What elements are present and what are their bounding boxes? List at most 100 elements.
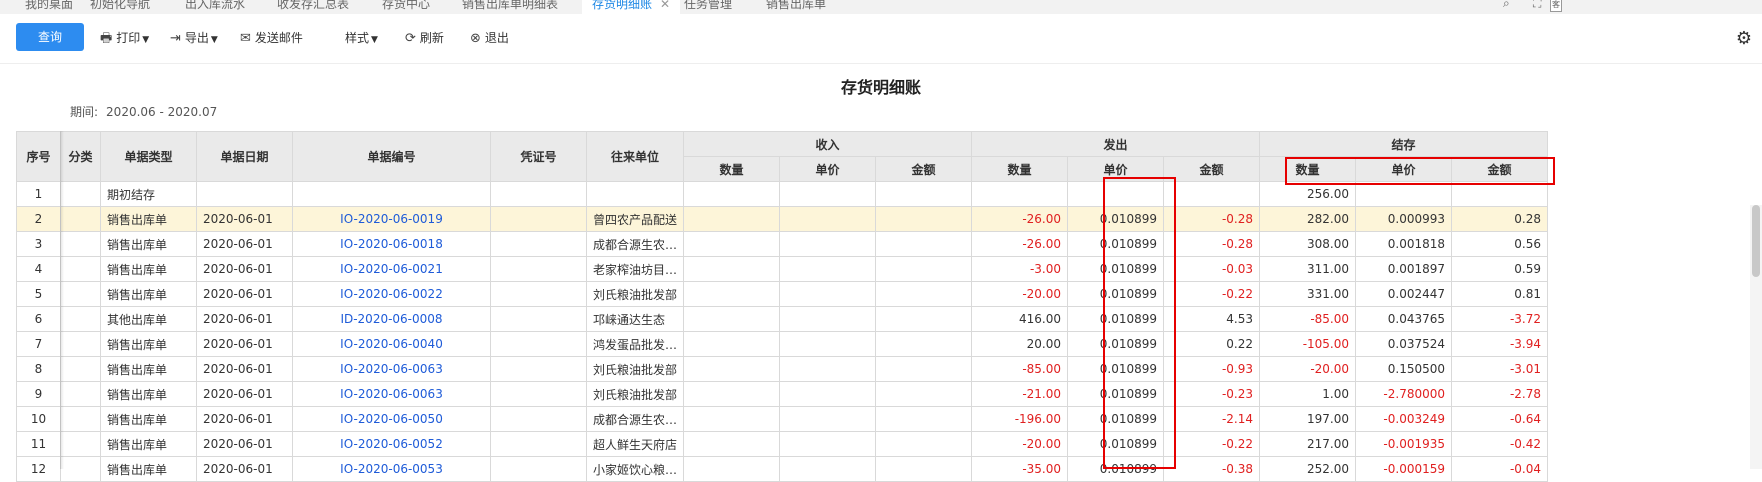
header-balance: 结存 [1259,131,1549,157]
table-row[interactable]: 5 销售出库单 2020-06-01 IO-2020-06-0022 刘氏粮油批发部 -2… [16,281,1549,307]
cell-partner: 成都合源生农… [585,406,685,432]
print-button[interactable]: 🖶 打印 ▼ [100,28,149,48]
cell-no[interactable]: ID-2020-06-0008 [292,306,491,332]
cell-no[interactable]: IO-2020-06-0040 [292,331,491,357]
header-income-amount[interactable]: 金额 [875,156,973,182]
chevron-down-icon: ▼ [142,35,150,45]
cell-in-qty [683,181,781,207]
cell-seq: 4 [16,256,61,282]
tab-9[interactable]: 销售出库单 [766,0,826,14]
tab-label: 我的桌面 [25,0,74,11]
cell-partner: 曾四农产品配送 [585,206,685,232]
cell-bal-price: 0.001818 [1355,231,1453,257]
header-income-qty[interactable]: 数量 [683,156,781,182]
cell-no[interactable]: IO-2020-06-0018 [292,231,491,257]
cell-voucher [490,256,587,282]
cell-no[interactable] [292,181,491,207]
table-row[interactable]: 1 期初结存 256.00 [16,181,1549,207]
table-row[interactable]: 10 销售出库单 2020-06-01 IO-2020-06-0050 成都合源生农… -… [16,406,1549,432]
table-row[interactable]: 4 销售出库单 2020-06-01 IO-2020-06-0021 老家榨油坊目… -3… [16,256,1549,282]
cell-no[interactable]: IO-2020-06-0019 [292,206,491,232]
style-button[interactable]: 样式 ▼ [345,28,378,48]
cell-no[interactable]: IO-2020-06-0052 [292,431,491,457]
cell-partner: 鸿发蛋品批发… [585,331,685,357]
table-row[interactable]: 3 销售出库单 2020-06-01 IO-2020-06-0018 成都合源生农… -2… [16,231,1549,257]
cell-out-qty: 416.00 [971,306,1069,332]
header-outgo-amount[interactable]: 金额 [1163,156,1261,182]
table-row[interactable]: 12 销售出库单 2020-06-01 IO-2020-06-0053 小家姬饮心粮… -… [16,456,1549,482]
export-button[interactable]: ⇥ 导出 ▼ [170,28,218,48]
header-voucher[interactable]: 凭证号 [490,131,587,182]
export-icon: ⇥ [170,31,181,46]
table-row[interactable]: 2 销售出库单 2020-06-01 IO-2020-06-0019 曾四农产品配送 -2… [16,206,1549,232]
table-row[interactable]: 7 销售出库单 2020-06-01 IO-2020-06-0040 鸿发蛋品批发… 20… [16,331,1549,357]
cell-no[interactable]: IO-2020-06-0063 [292,356,491,382]
cell-date: 2020-06-01 [196,356,293,382]
cell-no[interactable]: IO-2020-06-0022 [292,281,491,307]
cell-in-qty [683,231,781,257]
cell-seq: 9 [16,381,61,407]
table-row[interactable]: 8 销售出库单 2020-06-01 IO-2020-06-0063 刘氏粮油批发部 -8… [16,356,1549,382]
customer-service-badge[interactable]: 客 [1550,0,1562,12]
header-doc-type[interactable]: 单据类型 [100,131,197,182]
table-row[interactable]: 11 销售出库单 2020-06-01 IO-2020-06-0052 超人鲜生天府店 -… [16,431,1549,457]
tab-label: 任务管理 [684,0,733,11]
mail-icon: ✉ [240,31,251,46]
tab-8[interactable]: 任务管理 [684,0,732,14]
cell-seq: 6 [16,306,61,332]
exit-label: 退出 [484,31,509,45]
cell-out-amt [1163,181,1261,207]
cell-bal-qty: 197.00 [1259,406,1357,432]
query-button[interactable]: 查询 [16,23,84,51]
cell-in-amt [875,431,973,457]
header-partner[interactable]: 往来单位 [585,131,685,182]
cell-no[interactable]: IO-2020-06-0053 [292,456,491,482]
cell-bal-qty: 1.00 [1259,381,1357,407]
cell-out-qty: -196.00 [971,406,1069,432]
close-icon[interactable]: ✕ [660,0,670,11]
gear-icon[interactable]: ⚙ [1736,28,1752,49]
cell-no[interactable]: IO-2020-06-0021 [292,256,491,282]
cell-bal-price: 0.000993 [1355,206,1453,232]
search-icon[interactable]: ⌕ [1503,0,1510,11]
cell-in-price [779,306,877,332]
header-outgo-qty[interactable]: 数量 [971,156,1069,182]
cell-category [60,256,101,282]
refresh-button[interactable]: ⟳ 刷新 [405,28,444,48]
send-email-button[interactable]: ✉ 发送邮件 [240,28,303,48]
header-income-price[interactable]: 单价 [779,156,877,182]
cell-bal-qty: -20.00 [1259,356,1357,382]
cell-category [60,181,101,207]
vertical-scrollbar-thumb[interactable] [1752,205,1760,277]
tab-1[interactable]: 我的桌面 [25,0,73,14]
maximize-icon[interactable]: ⛶ [1533,0,1541,11]
cell-partner: 老家榨油坊目… [585,256,685,282]
table-row[interactable]: 9 销售出库单 2020-06-01 IO-2020-06-0063 刘氏粮油批发部 -2… [16,381,1549,407]
exit-button[interactable]: ⊗ 退出 [470,28,509,48]
cell-partner: 小家姬饮心粮… [585,456,685,482]
cell-in-qty [683,381,781,407]
tab-5[interactable]: 存货中心 [382,0,430,14]
tab-label: 收发存汇总表 [277,0,350,11]
cell-out-amt: -0.93 [1163,356,1261,382]
cell-voucher [490,231,587,257]
header-doc-date[interactable]: 单据日期 [196,131,293,182]
table-row[interactable]: 6 其他出库单 2020-06-01 ID-2020-06-0008 邛崃通达生态 416… [16,306,1549,332]
cell-seq: 3 [16,231,61,257]
tab-3[interactable]: 出入库流水 [185,0,245,14]
header-seq[interactable]: 序号 [16,131,61,182]
tab-label: 初始化导航 [90,0,151,11]
tab-4[interactable]: 收发存汇总表 [277,0,349,14]
tab-6[interactable]: 销售出库单明细表 [462,0,558,14]
period-value: 2020.06 - 2020.07 [106,105,218,119]
tab-2[interactable]: 初始化导航 [90,0,150,14]
cell-voucher [490,206,587,232]
cell-no[interactable]: IO-2020-06-0063 [292,381,491,407]
cell-no[interactable]: IO-2020-06-0050 [292,406,491,432]
tab-7[interactable]: 存货明细账 ✕ [582,0,681,14]
header-doc-no[interactable]: 单据编号 [292,131,491,182]
cell-type: 销售出库单 [100,206,197,232]
exit-icon: ⊗ [470,31,481,46]
header-category[interactable]: 分类 [60,131,101,182]
cell-in-price [779,331,877,357]
